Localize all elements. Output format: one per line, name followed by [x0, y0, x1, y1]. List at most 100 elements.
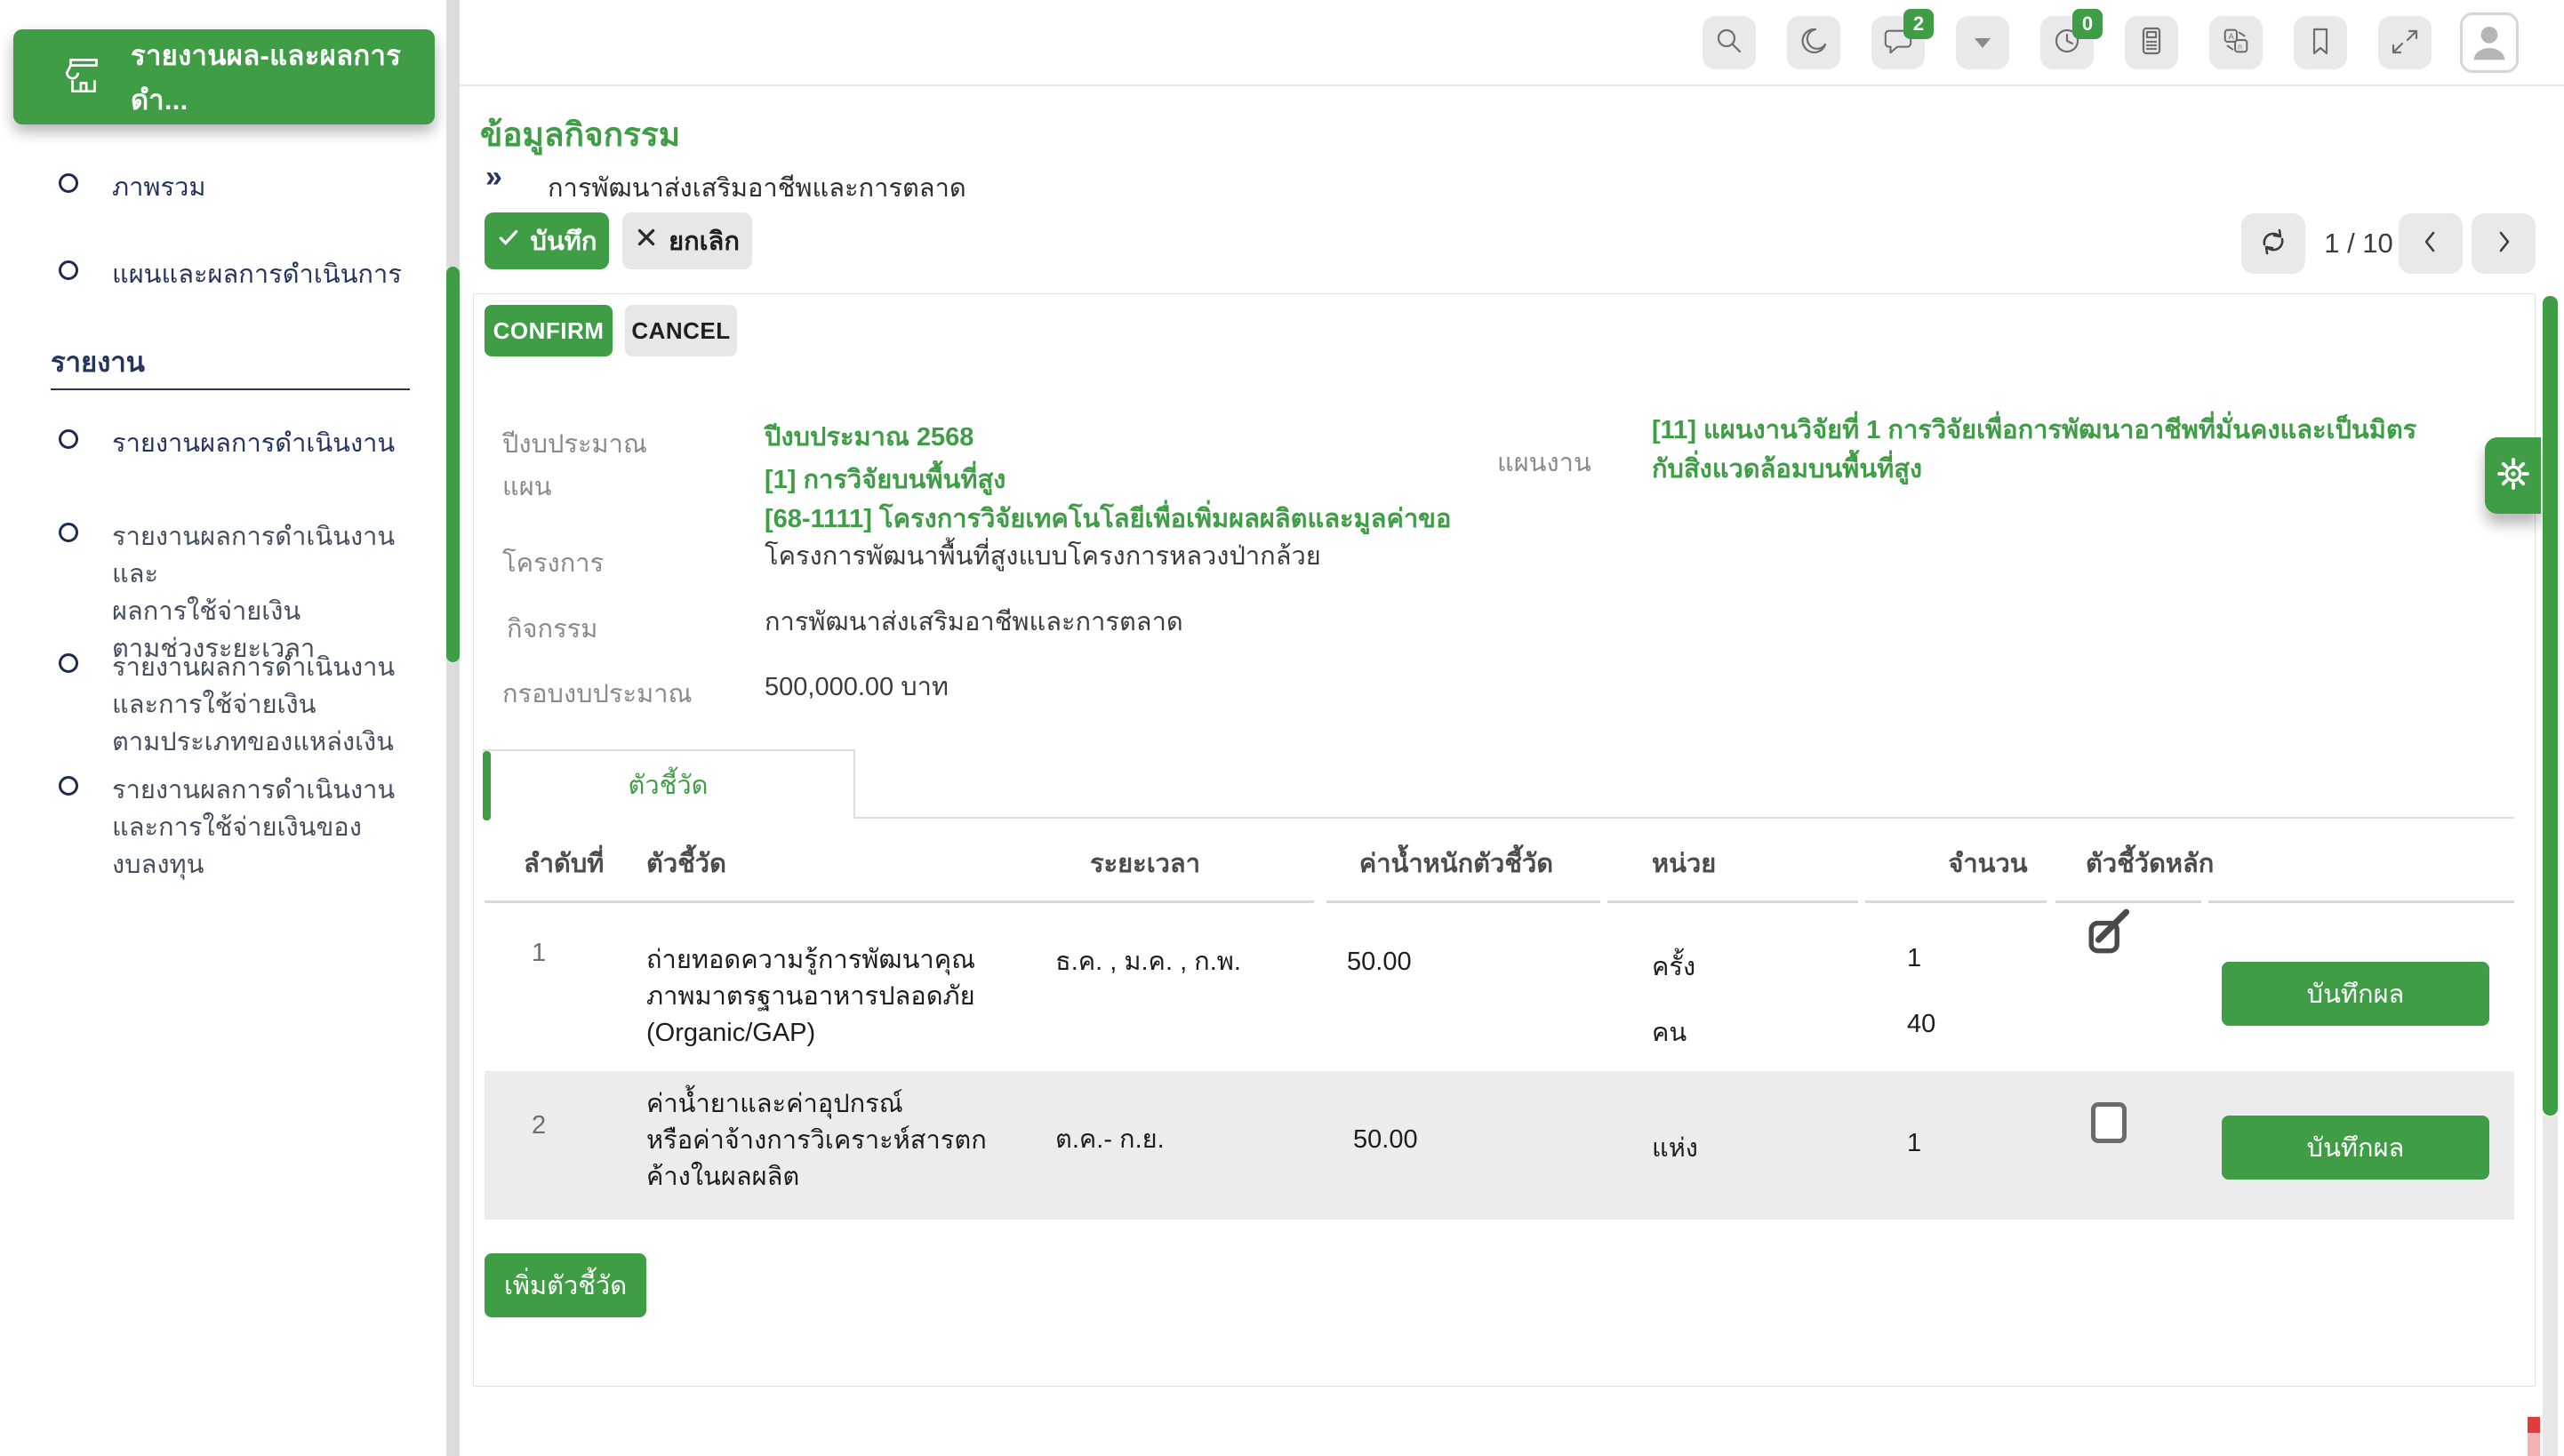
add-indicator-button[interactable]: เพิ่มตัวชี้วัด — [485, 1253, 646, 1317]
settings-button[interactable] — [2485, 437, 2541, 514]
program-value[interactable]: [11] แผนงานวิจัยที่ 1 การวิจัยเพื่อการพั… — [1652, 411, 2564, 489]
budget-label: กรอบงบประมาณ — [502, 673, 692, 714]
col-header-amount: จำนวน — [1899, 843, 2077, 884]
history-button[interactable]: 0 — [2040, 16, 2094, 69]
storefront-icon — [60, 51, 108, 103]
row-weight: 50.00 — [1347, 944, 1412, 980]
search-icon — [1714, 26, 1744, 60]
sidebar-item-label: แผนและผลการดำเนินการ — [112, 256, 423, 293]
plan-label: แผน — [502, 466, 552, 507]
header-underline — [1326, 900, 1600, 903]
row-amount: 1 — [1907, 1125, 1921, 1162]
record-result-button[interactable]: บันทึกผล — [2222, 962, 2489, 1026]
svg-text:ก: ก — [2238, 42, 2242, 51]
sidebar-divider — [51, 388, 410, 390]
cancel-button[interactable]: ยกเลิก — [622, 212, 752, 269]
dark-mode-button[interactable] — [1787, 16, 1840, 69]
app-brand-button[interactable]: รายงานผล-และผลการดำ... — [13, 29, 435, 124]
confirm-button[interactable]: CONFIRM — [485, 305, 613, 356]
main-indicator-checked-icon[interactable] — [2086, 908, 2137, 964]
search-button[interactable] — [1703, 16, 1756, 69]
sidebar-scrollbar-thumb[interactable] — [446, 267, 460, 662]
main-scrollbar-track[interactable] — [2543, 1116, 2558, 1456]
confirm-button-label: CONFIRM — [493, 317, 605, 345]
refresh-button[interactable] — [2241, 213, 2305, 274]
sidebar-item-label: ภาพรวม — [112, 169, 423, 206]
col-header-unit: หน่วย — [1652, 843, 1716, 884]
sidebar-item-label: รายงานผลการดำเนินงาน — [112, 425, 423, 462]
row-amount: 1 — [1907, 940, 1921, 977]
fiscal-year-label: ปีงบประมาณ — [502, 423, 647, 464]
program-label: แผนงาน — [1497, 442, 1591, 483]
row-unit: แห่ง — [1652, 1131, 1698, 1167]
sidebar-item-label: รายงานผลการดำเนินงาน และการใช้จ่ายเงิน ต… — [112, 649, 423, 761]
record-result-label: บันทึกผล — [2307, 1127, 2405, 1168]
chat-badge: 2 — [1903, 9, 1934, 39]
row-no: 1 — [532, 935, 546, 972]
col-header-no: ลำดับที่ — [524, 843, 604, 884]
circle-bullet-icon — [59, 776, 78, 796]
history-badge: 0 — [2072, 9, 2103, 39]
col-header-weight: ค่าน้ำหนักตัวชี้วัด — [1314, 843, 1598, 884]
row-indicator-text: ถ่ายทอดความรู้การพัฒนาคุณ ภาพมาตรฐานอาหา… — [646, 942, 1029, 1052]
calculator-icon — [2136, 26, 2167, 60]
tab-indicators-label: ตัวชี้วัด — [629, 764, 709, 805]
circle-bullet-icon — [59, 173, 78, 193]
record-result-button[interactable]: บันทึกผล — [2222, 1116, 2489, 1180]
translate-icon: A ก — [2221, 26, 2251, 60]
row-amount: 40 — [1907, 1006, 1935, 1043]
calculator-button[interactable] — [2125, 16, 2178, 69]
user-avatar-button[interactable] — [2460, 12, 2519, 73]
row-period: ต.ค.- ก.ย. — [1055, 1122, 1165, 1158]
language-switch-button[interactable]: A ก — [2209, 16, 2263, 69]
plan-value[interactable]: [1] การวิจัยบนพื้นที่สูง — [765, 460, 1006, 500]
row-unit: คน — [1652, 1015, 1687, 1052]
activity-label: กิจกรรม — [507, 608, 597, 649]
required-marker — [2528, 1433, 2540, 1456]
caret-down-icon — [1975, 38, 1991, 48]
bookmark-button[interactable] — [2294, 16, 2347, 69]
close-icon — [635, 226, 658, 256]
activity-value: การพัฒนาส่งเสริมอาชีพและการตลาด — [765, 603, 1183, 642]
chevron-right-icon — [2489, 228, 2518, 260]
gear-icon — [2496, 456, 2531, 496]
tab-row-divider — [855, 817, 2514, 819]
previous-page-button[interactable] — [2399, 213, 2463, 274]
sidebar-item-label: รายงานผลการดำเนินงานและ ผลการใช้จ่ายเงิน… — [112, 518, 423, 668]
header-underline — [2055, 900, 2201, 903]
bookmark-icon — [2305, 26, 2336, 60]
sidebar-item-label: รายงานผลการดำเนินงาน และการใช้จ่ายเงินขอ… — [112, 772, 423, 884]
fiscal-year-value[interactable]: ปีงบประมาณ 2568 — [765, 418, 974, 457]
save-button[interactable]: บันทึก — [485, 212, 609, 269]
double-chevron-icon: » — [485, 160, 502, 195]
col-header-period: ระยะเวลา — [1056, 843, 1234, 884]
next-page-button[interactable] — [2472, 213, 2536, 274]
row-unit: ครั้ง — [1652, 949, 1695, 986]
header-underline — [1865, 900, 2047, 903]
circle-bullet-icon — [59, 653, 78, 673]
main-scrollbar-thumb[interactable] — [2543, 296, 2558, 1116]
row-indicator-text: ค่าน้ำยาและค่าอุปกรณ์ หรือค่าจ้างการวิเค… — [646, 1086, 1029, 1196]
page-indicator: 1 / 10 — [2319, 228, 2399, 260]
col-header-indicator: ตัวชี้วัด — [646, 843, 726, 884]
header-underline — [1607, 900, 1858, 903]
save-button-label: บันทึก — [531, 220, 597, 261]
dropdown-button[interactable] — [1956, 16, 2009, 69]
cancel-button-label: ยกเลิก — [669, 220, 740, 261]
cancel-secondary-button[interactable]: CANCEL — [625, 305, 737, 356]
fullscreen-button[interactable] — [2378, 16, 2432, 69]
chat-button[interactable]: 2 — [1871, 16, 1925, 69]
tab-indicators[interactable]: ตัวชี้วัด — [483, 749, 855, 819]
sidebar-section-title: รายงาน — [51, 340, 145, 384]
main-indicator-unchecked-checkbox[interactable] — [2091, 1102, 2127, 1143]
required-marker — [2528, 1417, 2540, 1433]
topbar: 2 0 A ก — [460, 0, 2564, 86]
sidebar-scrollbar-track[interactable] — [446, 0, 460, 1456]
budget-value: 500,000.00 บาท — [765, 668, 949, 707]
brand-label: รายงานผล-และผลการดำ... — [131, 33, 435, 122]
plan-project-code-value[interactable]: [68-1111] โครงการวิจัยเทคโนโลยีเพื่อเพิ่… — [765, 500, 1451, 539]
project-label: โครงการ — [502, 542, 604, 583]
header-underline — [2208, 900, 2514, 903]
header-underline — [485, 900, 1314, 903]
avatar-icon — [2468, 20, 2511, 67]
